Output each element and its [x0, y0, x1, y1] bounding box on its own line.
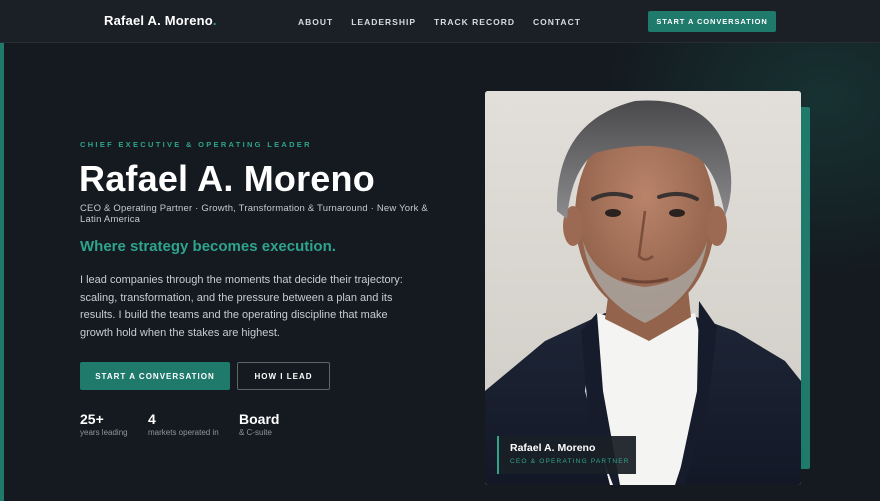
portrait-illustration: [485, 91, 801, 485]
nav-link-about[interactable]: ABOUT: [298, 17, 333, 27]
how-i-lead-button[interactable]: HOW I LEAD: [237, 362, 330, 390]
nav-link-track-record[interactable]: TRACK RECORD: [434, 17, 515, 27]
start-conversation-button[interactable]: START A CONVERSATION: [80, 362, 230, 390]
hero-tagline: Where strategy becomes execution.: [80, 238, 336, 255]
stat-value: 4: [148, 411, 156, 427]
stat-years: 25+ years leading: [80, 411, 128, 437]
stat-label: years leading: [80, 428, 128, 437]
brand-logo[interactable]: Rafael A. Moreno.: [104, 13, 217, 28]
nav-links: ABOUT LEADERSHIP TRACK RECORD CONTACT: [298, 17, 581, 27]
stat-label: & C-suite: [239, 428, 272, 437]
hero-eyebrow: CHIEF EXECUTIVE & OPERATING LEADER: [80, 140, 312, 149]
hero-title: Rafael A. Moreno: [79, 158, 375, 199]
caption-name: Rafael A. Moreno: [510, 442, 596, 454]
nav-link-contact[interactable]: CONTACT: [533, 17, 581, 27]
stat-label: markets operated in: [148, 428, 219, 437]
nav-link-leadership[interactable]: LEADERSHIP: [351, 17, 416, 27]
caption-role: CEO & OPERATING PARTNER: [510, 458, 630, 465]
left-accent-bar: [0, 43, 4, 501]
stat-markets: 4 markets operated in: [148, 411, 219, 437]
brand-name: Rafael A. Moreno: [104, 13, 213, 28]
portrait-caption: Rafael A. Moreno CEO & OPERATING PARTNER: [497, 436, 636, 474]
stat-board: Board & C-suite: [239, 411, 279, 437]
brand-dot: .: [212, 13, 217, 28]
nav-start-conversation-button[interactable]: START A CONVERSATION: [648, 11, 776, 32]
portrait-photo: [485, 91, 801, 485]
hero-subtitle: CEO & Operating Partner · Growth, Transf…: [80, 203, 428, 225]
stat-value: 25+: [80, 411, 104, 427]
hero-body: I lead companies through the moments tha…: [80, 274, 403, 339]
stat-value: Board: [239, 411, 280, 427]
top-nav: Rafael A. Moreno. ABOUT LEADERSHIP TRACK…: [0, 0, 880, 43]
